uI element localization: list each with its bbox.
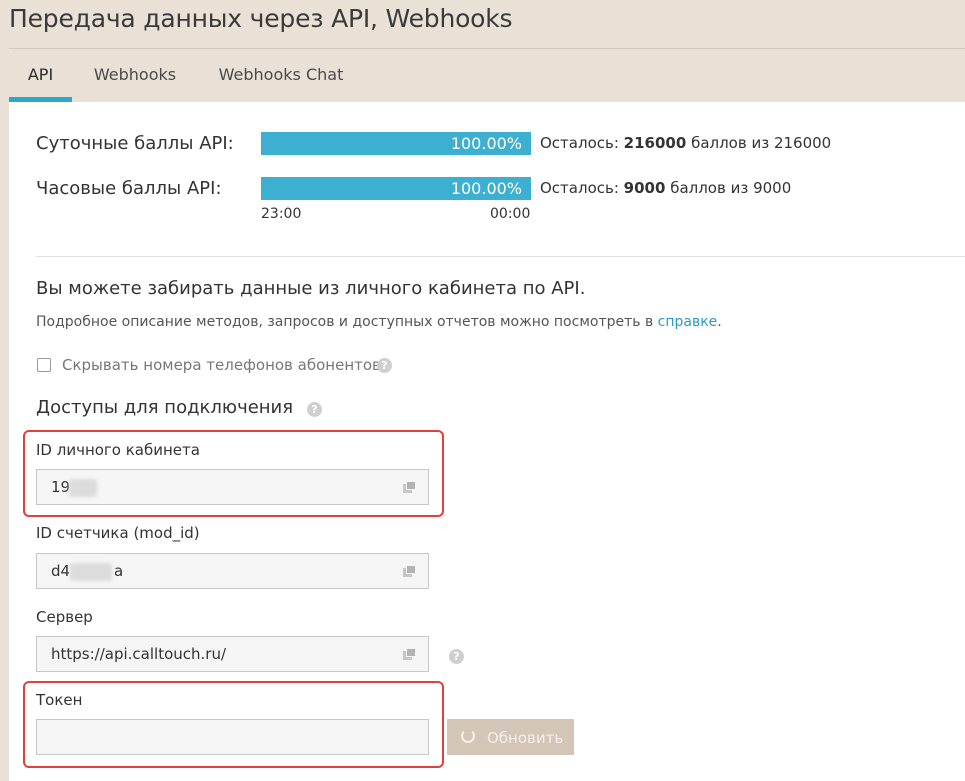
- help-icon[interactable]: ?: [307, 402, 322, 417]
- copy-icon[interactable]: [403, 648, 416, 660]
- daily-remaining: Осталось: 216000 баллов из 216000: [540, 134, 831, 152]
- refresh-icon: [461, 729, 475, 743]
- hide-phones-label[interactable]: Скрывать номера телефонов абонентов: [62, 356, 381, 374]
- hourly-remaining-suffix: баллов из 9000: [665, 179, 792, 197]
- hourly-remaining-prefix: Осталось:: [540, 179, 624, 197]
- copy-icon[interactable]: [403, 481, 416, 493]
- server-label: Сервер: [36, 608, 93, 626]
- section-divider: [36, 256, 965, 257]
- tab-webhooks[interactable]: Webhooks: [90, 49, 180, 102]
- api-intro-heading: Вы можете забирать данные из личного каб…: [36, 278, 586, 299]
- hour-start-time: 23:00: [261, 206, 302, 222]
- tab-api[interactable]: API: [9, 49, 72, 102]
- token-field[interactable]: [36, 719, 429, 755]
- redacted-blur: [69, 479, 97, 497]
- mod-id-value-start: d4: [51, 562, 71, 580]
- api-description-end: .: [717, 314, 722, 330]
- mod-id-value-end: a: [114, 562, 124, 580]
- daily-remaining-value: 216000: [623, 134, 687, 152]
- token-label: Токен: [36, 691, 83, 709]
- help-icon[interactable]: ?: [449, 649, 464, 664]
- help-icon[interactable]: ?: [377, 358, 392, 373]
- daily-points-label: Суточные баллы API:: [36, 133, 234, 154]
- refresh-token-button[interactable]: Обновить: [447, 719, 574, 755]
- access-section-title: Доступы для подключения: [36, 397, 294, 418]
- cabinet-id-field[interactable]: 19: [36, 469, 429, 505]
- daily-progress-percent: 100.00%: [450, 134, 522, 153]
- cabinet-id-value: 19: [51, 478, 71, 496]
- tab-webhooks-chat[interactable]: Webhooks Chat: [214, 49, 348, 102]
- copy-icon[interactable]: [403, 565, 416, 577]
- daily-remaining-prefix: Осталось:: [540, 134, 624, 152]
- api-description: Подробное описание методов, запросов и д…: [36, 314, 722, 330]
- refresh-button-label: Обновить: [487, 729, 564, 747]
- hourly-progress-percent: 100.00%: [450, 179, 522, 198]
- hour-end-time: 00:00: [490, 206, 531, 222]
- server-field[interactable]: https://api.calltouch.ru/: [36, 636, 429, 672]
- daily-progress-bar: 100.00%: [261, 132, 531, 155]
- hourly-points-label: Часовые баллы API:: [36, 178, 222, 199]
- hourly-remaining: Осталось: 9000 баллов из 9000: [540, 179, 791, 197]
- api-description-text: Подробное описание методов, запросов и д…: [36, 314, 658, 330]
- hide-phones-checkbox[interactable]: [37, 358, 51, 372]
- daily-remaining-suffix: баллов из 216000: [686, 134, 832, 152]
- hourly-progress-bar: 100.00%: [261, 177, 531, 200]
- cabinet-id-label: ID личного кабинета: [36, 441, 200, 459]
- mod-id-field[interactable]: d4 a: [36, 553, 429, 589]
- redacted-blur: [70, 563, 112, 581]
- server-value: https://api.calltouch.ru/: [51, 645, 227, 663]
- tab-bar: API Webhooks Webhooks Chat: [9, 49, 965, 102]
- help-link[interactable]: справке: [658, 314, 718, 330]
- hourly-remaining-value: 9000: [623, 179, 666, 197]
- mod-id-label: ID счетчика (mod_id): [36, 524, 200, 542]
- page-title: Передача данных через API, Webhooks: [9, 4, 513, 33]
